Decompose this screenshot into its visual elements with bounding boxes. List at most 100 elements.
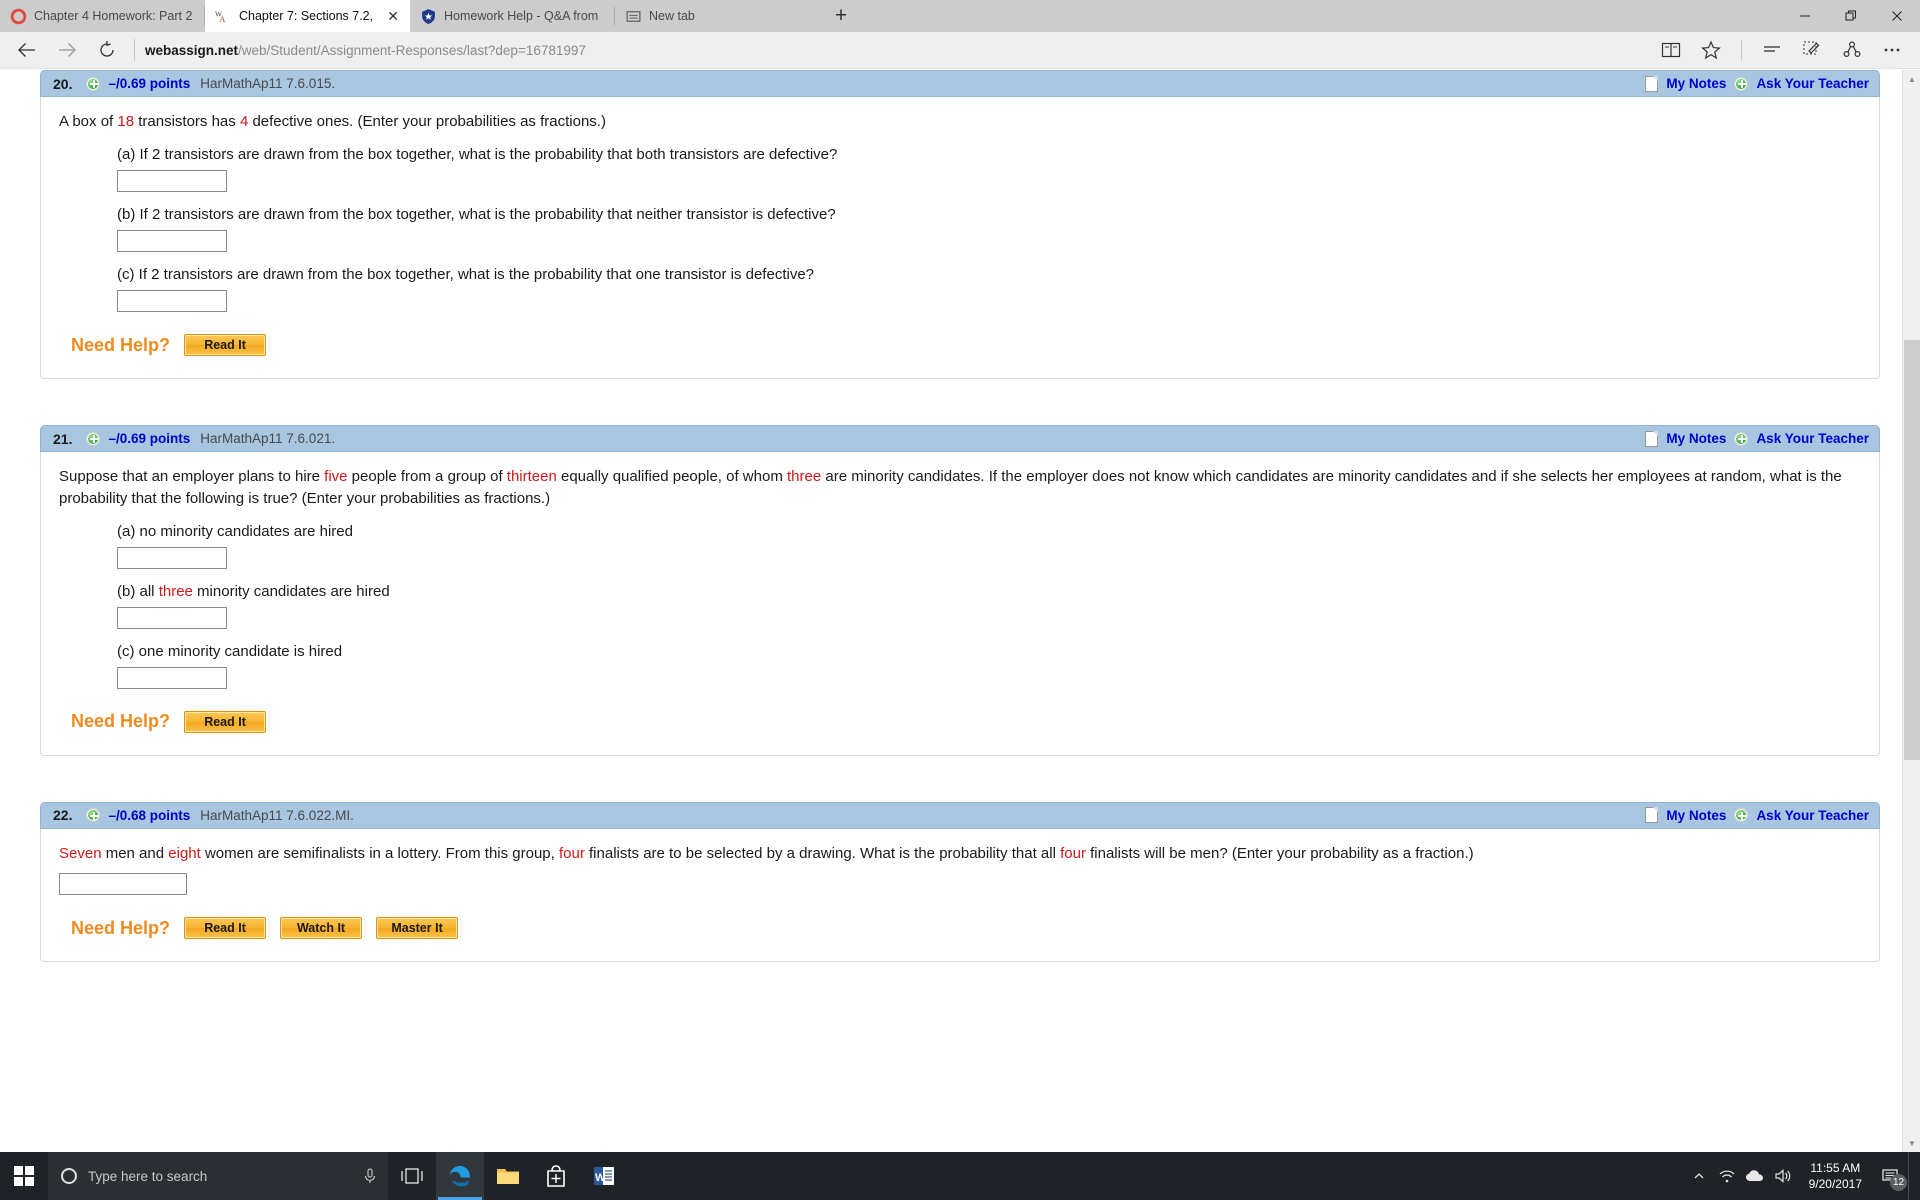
scroll-down-arrow[interactable]: ▼: [1903, 1134, 1920, 1152]
question-code: HarMathAp11 7.6.015.: [200, 76, 336, 91]
watch-it-button[interactable]: Watch It: [280, 917, 363, 940]
answer-input-21b[interactable]: [117, 606, 227, 629]
read-it-button[interactable]: Read It: [184, 710, 267, 733]
search-input[interactable]: Type here to search: [48, 1152, 388, 1200]
shield-icon: [422, 8, 435, 24]
ask-teacher-plus-icon[interactable]: [1734, 808, 1749, 823]
highlighted-value: thirteen: [506, 468, 557, 486]
ask-your-teacher-link[interactable]: Ask Your Teacher: [1756, 431, 1869, 446]
subquestion-label: (a) no minority candidates are hired: [117, 522, 353, 540]
expand-plus-icon[interactable]: [86, 808, 101, 823]
file-explorer-icon[interactable]: [484, 1152, 532, 1200]
my-notes-icon[interactable]: [1645, 807, 1659, 824]
web-note-icon[interactable]: [1794, 34, 1830, 66]
my-notes-icon[interactable]: [1645, 430, 1659, 447]
question-body: Suppose that an employer plans to hire f…: [40, 452, 1880, 756]
question-header: 22. –/0.68 points HarMathAp11 7.6.022.MI…: [40, 801, 1880, 829]
show-desktop-button[interactable]: [1908, 1152, 1914, 1200]
highlighted-value: Seven: [59, 844, 102, 862]
question-header: 21. –/0.69 points HarMathAp11 7.6.021. M…: [40, 425, 1880, 453]
highlighted-value: three: [158, 582, 193, 600]
start-icon[interactable]: [0, 1152, 48, 1200]
show-hidden-icons[interactable]: [1685, 1152, 1713, 1200]
scroll-up-arrow[interactable]: ▲: [1903, 70, 1920, 88]
scrollbar-thumb[interactable]: [1904, 340, 1920, 760]
close-tab-icon[interactable]: ✕: [384, 9, 402, 23]
forward-arrow-icon: [59, 43, 76, 57]
subquestion-label: (b) If 2 transistors are drawn from the …: [117, 206, 836, 224]
onedrive-icon[interactable]: [1741, 1152, 1769, 1200]
answer-input-21a[interactable]: [117, 546, 227, 569]
my-notes-link[interactable]: My Notes: [1666, 808, 1726, 823]
question-block-21: 21. –/0.69 points HarMathAp11 7.6.021. M…: [40, 425, 1880, 756]
refresh-button[interactable]: [88, 34, 126, 66]
webassign-icon: W A: [215, 9, 226, 23]
need-help-label: Need Help?: [71, 917, 171, 938]
reading-view-icon[interactable]: [1653, 34, 1689, 66]
word-icon[interactable]: W: [580, 1152, 628, 1200]
need-help-label: Need Help?: [71, 711, 171, 732]
wifi-icon[interactable]: [1713, 1152, 1741, 1200]
answer-input-20c[interactable]: [117, 290, 227, 313]
answer-input-20a[interactable]: [117, 170, 227, 193]
svg-text:W: W: [595, 1172, 606, 1184]
new-tab-button[interactable]: +: [820, 0, 862, 32]
browser-tab-4[interactable]: New tab: [615, 0, 820, 32]
question-prompt: Seven men and eight women are semifinali…: [59, 844, 1474, 862]
clock-time: 11:55 AM: [1810, 1160, 1861, 1175]
ask-your-teacher-link[interactable]: Ask Your Teacher: [1756, 808, 1869, 823]
store-icon[interactable]: [532, 1152, 580, 1200]
favorites-star-icon[interactable]: [1693, 34, 1729, 66]
notifications-icon[interactable]: 12: [1874, 1152, 1908, 1200]
windows-taskbar: Type here to search W 11:55 AM 9/20/2017…: [0, 1152, 1920, 1200]
read-it-button[interactable]: Read It: [184, 334, 267, 357]
taskbar-clock[interactable]: 11:55 AM 9/20/2017: [1797, 1160, 1874, 1192]
back-button[interactable]: [8, 34, 46, 66]
subquestion-label: (c) one minority candidate is hired: [117, 642, 343, 660]
highlighted-value: four: [1060, 844, 1086, 862]
ask-teacher-plus-icon[interactable]: [1734, 431, 1749, 446]
microphone-icon[interactable]: [362, 1167, 378, 1185]
share-icon[interactable]: [1834, 34, 1870, 66]
address-divider: [134, 39, 135, 61]
highlighted-value: four: [558, 844, 585, 862]
read-it-button[interactable]: Read It: [184, 917, 267, 940]
forward-button[interactable]: [48, 34, 86, 66]
page-scrollbar[interactable]: ▲ ▼: [1902, 70, 1920, 1152]
expand-plus-icon[interactable]: [86, 431, 101, 446]
subquestion-c: (c) one minority candidate is hired: [117, 643, 1861, 689]
my-notes-link[interactable]: My Notes: [1666, 431, 1726, 446]
question-body: A box of 18 transistors has 4 defective …: [40, 97, 1880, 380]
browser-tab-2[interactable]: W A Chapter 7: Sections 7.2, ✕: [205, 0, 410, 32]
more-icon[interactable]: [1874, 34, 1910, 66]
expand-plus-icon[interactable]: [86, 76, 101, 91]
question-prompt: A box of 18 transistors has 4 defective …: [59, 113, 606, 130]
master-it-button[interactable]: Master It: [376, 917, 459, 940]
minimize-button[interactable]: [1782, 0, 1828, 32]
ask-your-teacher-link[interactable]: Ask Your Teacher: [1756, 76, 1869, 91]
answer-input-20b[interactable]: [117, 230, 227, 253]
answer-input-21c[interactable]: [117, 666, 227, 689]
address-host: webassign.net: [145, 42, 239, 58]
my-notes-icon[interactable]: [1645, 75, 1659, 92]
page-viewport: 20. –/0.69 points HarMathAp11 7.6.015. M…: [0, 70, 1920, 1152]
answer-input-22[interactable]: [59, 873, 187, 896]
need-help-row: Need Help? Read It: [71, 334, 1861, 357]
edge-icon[interactable]: [436, 1152, 484, 1200]
question-number: 22.: [53, 807, 73, 824]
restore-button[interactable]: [1828, 0, 1874, 32]
task-view-icon[interactable]: [388, 1152, 436, 1200]
close-button[interactable]: [1874, 0, 1920, 32]
my-notes-link[interactable]: My Notes: [1666, 76, 1726, 91]
address-bar[interactable]: webassign.net/web/Student/Assignment-Res…: [145, 35, 1651, 65]
tab-title: New tab: [649, 9, 695, 23]
ask-teacher-plus-icon[interactable]: [1734, 76, 1749, 91]
need-help-row: Need Help? Read It Watch It Master It: [71, 917, 1861, 940]
question-body: Seven men and eight women are semifinali…: [40, 828, 1880, 963]
browser-tab-1[interactable]: Chapter 4 Homework: Part 2: [0, 0, 205, 32]
back-arrow-icon: [18, 43, 35, 57]
hub-icon[interactable]: [1754, 34, 1790, 66]
browser-tab-3[interactable]: Homework Help - Q&A from: [410, 0, 615, 32]
volume-icon[interactable]: [1769, 1152, 1797, 1200]
